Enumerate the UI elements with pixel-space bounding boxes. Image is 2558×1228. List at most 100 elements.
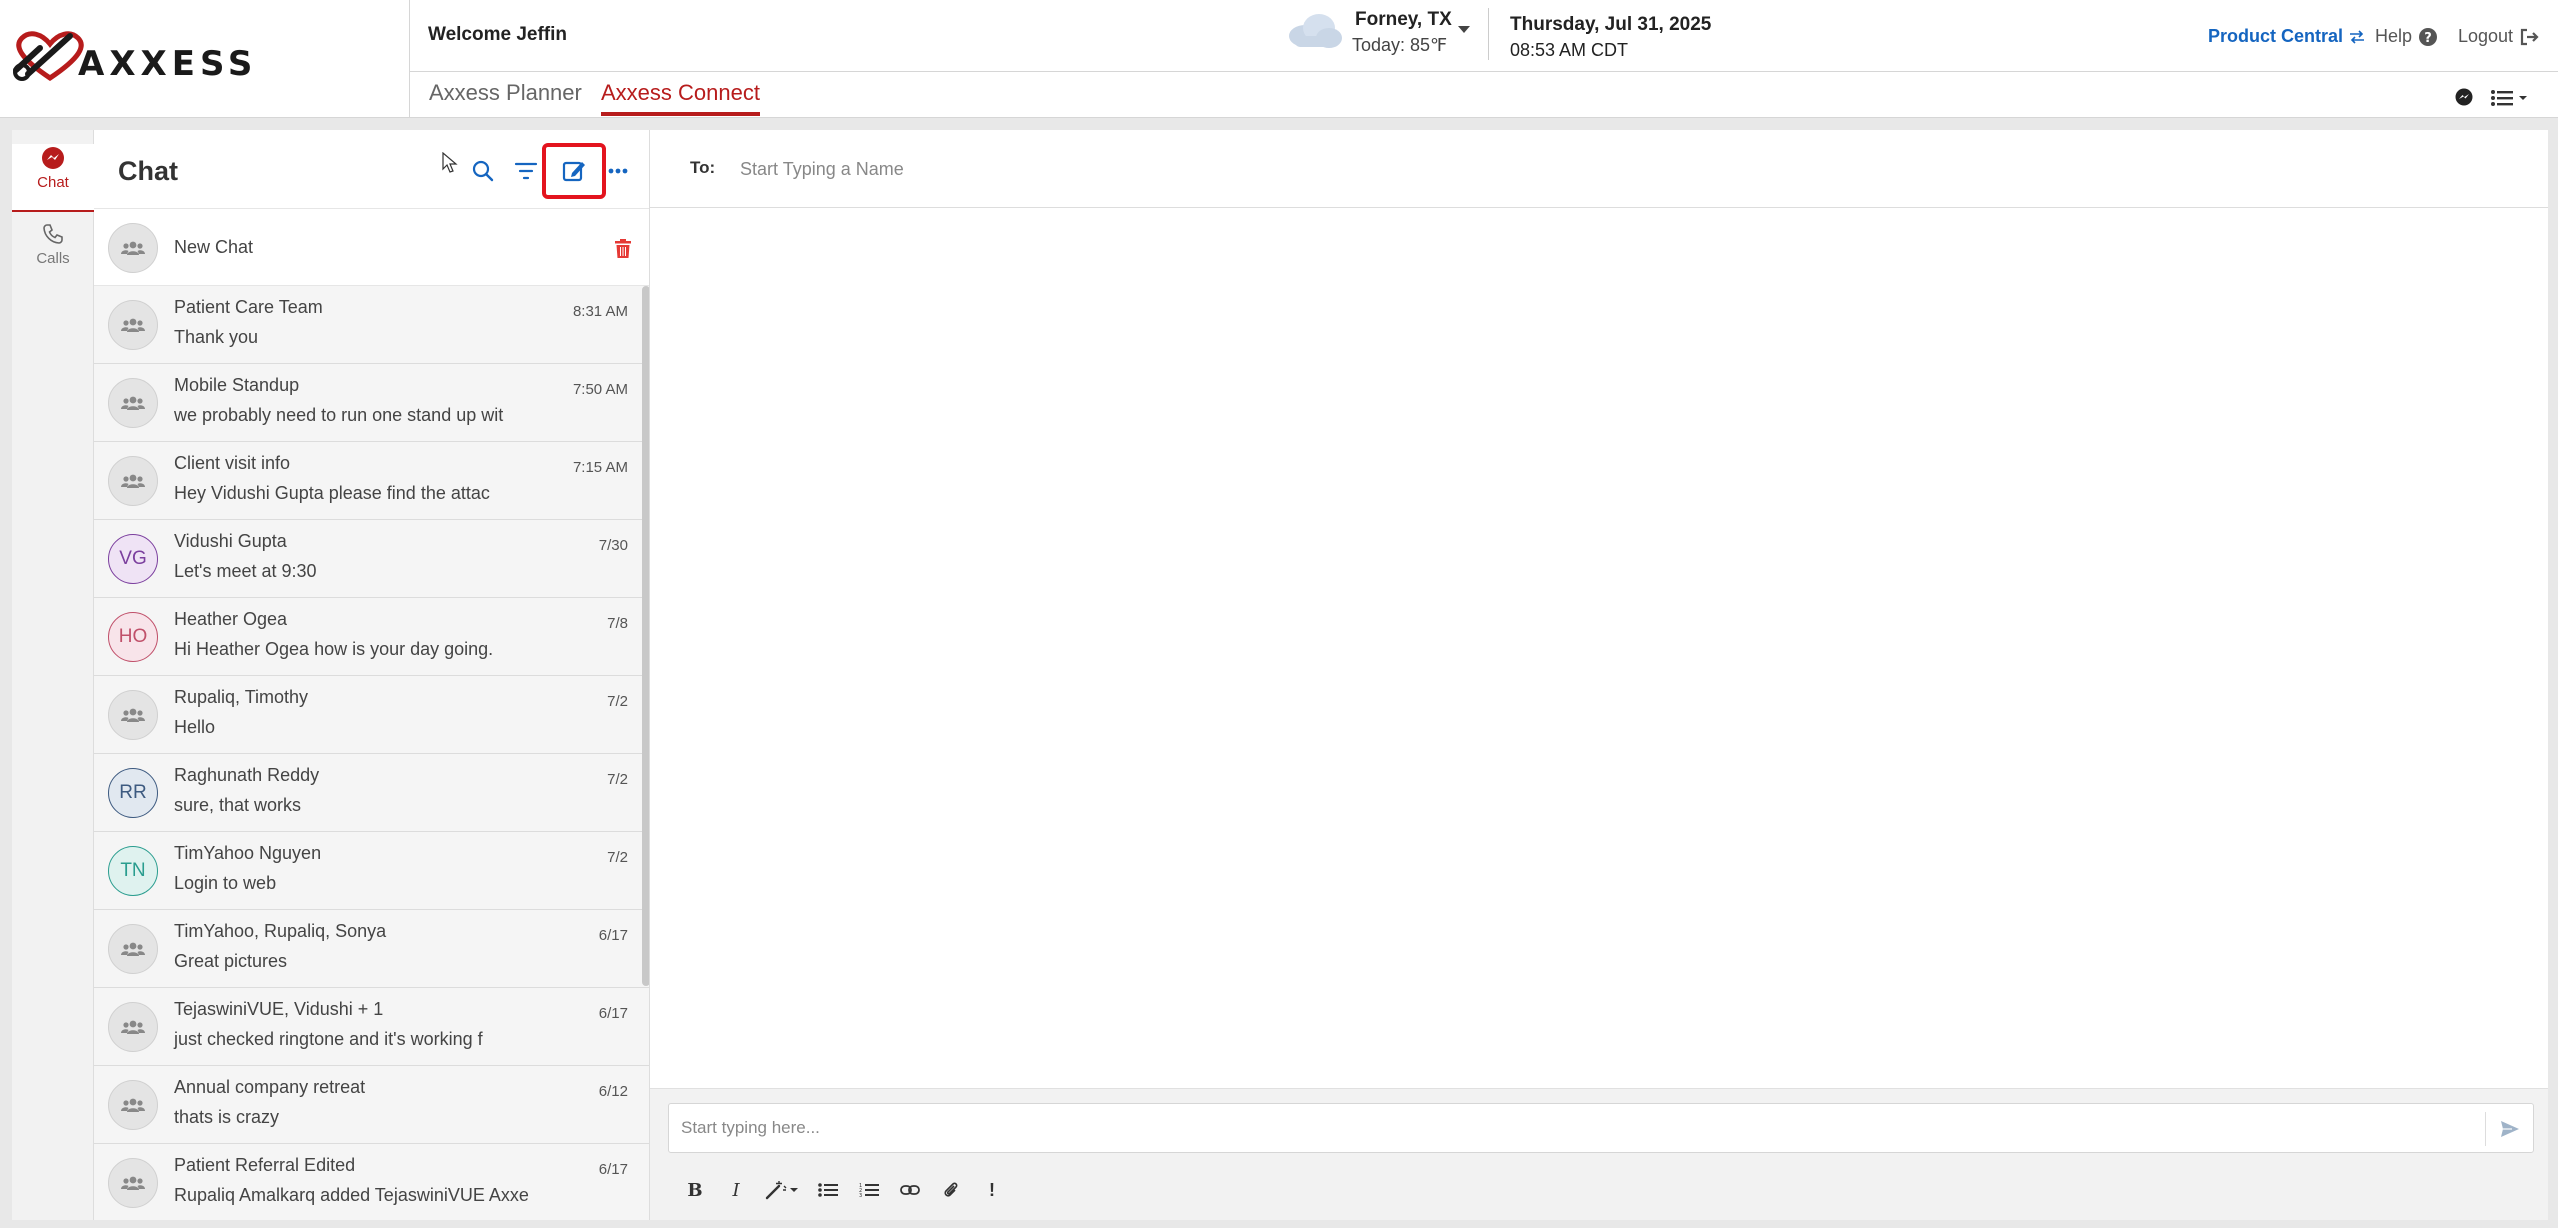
group-icon [121, 241, 145, 255]
welcome-text: Welcome Jeffin [428, 24, 568, 45]
filter-icon [514, 162, 538, 180]
exclamation-icon: ! [989, 1179, 995, 1200]
italic-icon: I [732, 1179, 740, 1201]
group-avatar [108, 456, 158, 506]
compose-box [668, 1103, 2534, 1153]
swap-arrows-icon [2350, 29, 2365, 44]
initials-avatar: HO [108, 612, 158, 662]
paperclip-icon [944, 1182, 958, 1197]
chat-timestamp: 7/2 [607, 771, 628, 788]
group-icon [121, 1098, 145, 1112]
chat-timestamp: 7/8 [607, 615, 628, 632]
chat-last-message: Hi Heather Ogea how is your day going. [174, 639, 494, 659]
bullet-list-button[interactable] [813, 1175, 843, 1205]
chat-panel-title: Chat [118, 156, 178, 186]
chat-timestamp: 8:31 AM [572, 303, 628, 320]
group-avatar [108, 690, 158, 740]
chat-list-item[interactable]: Rupaliq, Timothy Hello 7/2 [94, 676, 649, 754]
rail-item-calls[interactable]: Calls [12, 222, 94, 282]
chat-list-scrollbar[interactable] [642, 286, 649, 986]
filter-chats-button[interactable] [507, 152, 545, 190]
help-link[interactable]: Help ? [2375, 26, 2438, 47]
mouse-pointer-icon [442, 152, 458, 173]
group-avatar [108, 1080, 158, 1130]
new-chat-label: New Chat [174, 237, 254, 257]
attach-file-button[interactable] [936, 1175, 966, 1205]
group-avatar [108, 223, 158, 273]
chat-list-item[interactable]: Patient Care Team Thank you 8:31 AM [94, 286, 649, 364]
ellipsis-icon [608, 168, 628, 174]
mark-urgent-button[interactable]: ! [977, 1175, 1007, 1205]
chat-list-item[interactable]: HO Heather Ogea Hi Heather Ogea how is you… [94, 598, 649, 676]
tab-axxess-planner[interactable]: Axxess Planner [429, 80, 582, 116]
help-label: Help [2375, 26, 2413, 46]
new-chat-button[interactable] [542, 143, 606, 199]
weather-dropdown-icon[interactable] [1458, 26, 1470, 33]
group-avatar [108, 378, 158, 428]
avatar-initials: HO [118, 626, 148, 647]
trash-icon[interactable] [614, 239, 632, 259]
chat-list-item[interactable]: Mobile Standup we probably need to run on… [94, 364, 649, 442]
chat-name: Vidushi Gupta [174, 531, 287, 551]
italic-button[interactable]: I [721, 1175, 751, 1205]
rail-item-label: Chat [37, 174, 69, 191]
chat-list-item[interactable]: VG Vidushi Gupta Let's meet at 9:30 7/30 [94, 520, 649, 598]
chat-list-item[interactable]: TejaswiniVUE, Vidushi + 1 just checked ri… [94, 988, 649, 1066]
group-icon [121, 1176, 145, 1190]
chat-last-message: Thank you [174, 327, 259, 347]
chat-last-message: just checked ringtone and it's working f [174, 1029, 483, 1049]
messenger-icon[interactable] [2455, 88, 2473, 106]
send-icon [2501, 1121, 2519, 1137]
chat-name: Mobile Standup [174, 375, 300, 395]
chat-timestamp: 7:50 AM [572, 381, 628, 398]
chat-name: Rupaliq, Timothy [174, 687, 309, 707]
search-chats-button[interactable] [464, 152, 502, 190]
chat-timestamp: 6/17 [598, 1005, 628, 1022]
numbered-list-button[interactable]: 1 2 3 [854, 1175, 884, 1205]
text-effects-button[interactable] [762, 1175, 802, 1205]
send-button[interactable] [2495, 1114, 2525, 1144]
recipient-input[interactable] [740, 148, 1440, 190]
rail-item-chat[interactable]: Chat [12, 144, 94, 212]
chat-list-item[interactable]: TimYahoo, Rupaliq, Sonya Great pictures 6/… [94, 910, 649, 988]
cloud-icon [1289, 14, 1342, 48]
message-input[interactable] [681, 1112, 2461, 1144]
chat-last-message: we probably need to run one stand up wit [174, 405, 504, 425]
chat-timestamp: 7/30 [598, 537, 628, 554]
chat-list-item[interactable]: TN TimYahoo Nguyen Login to web 7/2 [94, 832, 649, 910]
svg-text:?: ? [2424, 31, 2432, 46]
bold-button[interactable]: B [680, 1175, 710, 1205]
chat-list-item[interactable]: RR Raghunath Reddy sure, that works 7/2 [94, 754, 649, 832]
chat-last-message: sure, that works [174, 795, 302, 815]
chat-name: Patient Referral Edited [174, 1155, 356, 1175]
recipient-bar: To: [650, 130, 2548, 208]
send-divider [2485, 1112, 2486, 1146]
chat-list-item[interactable]: Annual company retreat thats is crazy 6/12 [94, 1066, 649, 1144]
bold-icon: B [687, 1179, 703, 1201]
chat-name: TimYahoo, Rupaliq, Sonya [174, 921, 387, 941]
group-avatar [108, 924, 158, 974]
chat-last-message: Login to web [174, 873, 277, 893]
logout-link[interactable]: Logout [2458, 26, 2539, 47]
rail-item-label: Calls [36, 250, 70, 267]
chat-list-item[interactable]: Client visit info Hey Vidushi Gupta pleas… [94, 442, 649, 520]
chat-list-item[interactable]: Patient Referral Edited Rupaliq Amalkarq … [94, 1144, 649, 1220]
bullet-list-icon [818, 1183, 838, 1197]
list-menu-icon[interactable] [2490, 88, 2530, 108]
group-avatar [108, 300, 158, 350]
chat-last-message: Hey Vidushi Gupta please find the attac [174, 483, 490, 503]
insert-link-button[interactable] [895, 1175, 925, 1205]
group-icon [121, 396, 145, 410]
tab-axxess-connect[interactable]: Axxess Connect [601, 80, 760, 116]
more-options-button[interactable] [599, 152, 637, 190]
logout-label: Logout [2458, 26, 2514, 46]
left-rail: Chat Calls [12, 130, 94, 1220]
question-circle-icon: ? [2419, 27, 2438, 46]
avatar-initials: TN [120, 860, 146, 881]
chat-name: Client visit info [174, 453, 291, 473]
chat-last-message: Let's meet at 9:30 [174, 561, 317, 581]
logo-area: AXXESS [0, 0, 410, 118]
product-central-link[interactable]: Product Central [2208, 26, 2365, 47]
new-chat-draft-row[interactable]: New Chat [94, 208, 649, 286]
chat-bubble-icon [42, 147, 64, 169]
